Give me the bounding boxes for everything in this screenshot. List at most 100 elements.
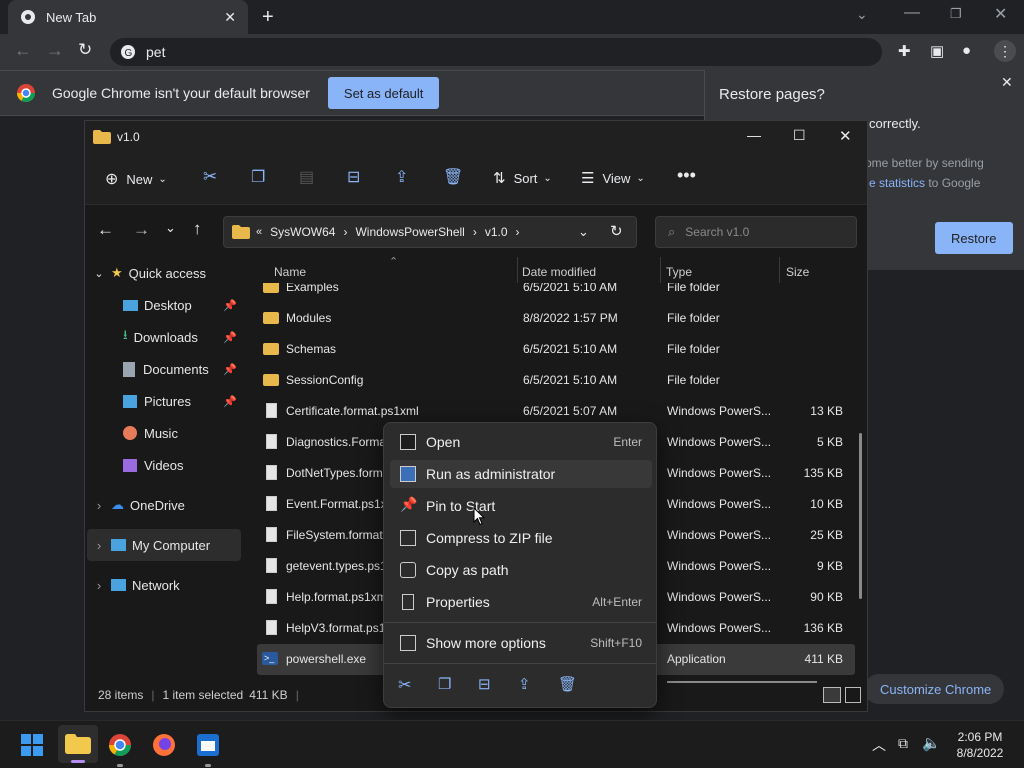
- breadcrumb-item[interactable]: SysWOW64: [270, 225, 335, 239]
- column-header-type[interactable]: Type: [666, 265, 692, 279]
- column-divider[interactable]: [779, 257, 780, 283]
- address-dropdown-icon[interactable]: ⌄: [578, 224, 589, 240]
- set-as-default-button[interactable]: Set as default: [327, 77, 440, 109]
- customize-chrome-button[interactable]: Customize Chrome: [864, 674, 1004, 704]
- volume-icon[interactable]: 🔈: [922, 734, 941, 752]
- nav-item-downloads[interactable]: ⭳ Downloads 📌: [87, 321, 241, 353]
- chevron-right-icon[interactable]: ›: [87, 578, 111, 593]
- column-header-size[interactable]: Size: [786, 265, 809, 279]
- recent-chevron-icon[interactable]: ⌄: [165, 220, 176, 236]
- column-divider[interactable]: [660, 257, 661, 283]
- back-icon[interactable]: ←: [14, 40, 32, 61]
- menu-separator: [384, 622, 656, 623]
- copy-icon[interactable]: ❐: [251, 167, 265, 187]
- close-tab-icon[interactable]: ✕: [224, 9, 236, 26]
- menu-item-open[interactable]: Open Enter: [390, 428, 652, 456]
- table-row[interactable]: SessionConfig 6/5/2021 5:10 AM File fold…: [257, 365, 855, 396]
- new-tab-button[interactable]: +: [262, 6, 274, 29]
- restore-window-button[interactable]: ❐: [950, 6, 962, 22]
- menu-item-compress-zip[interactable]: Compress to ZIP file: [390, 524, 652, 552]
- nav-item-videos[interactable]: Videos: [87, 449, 241, 481]
- breadcrumb-item[interactable]: v1.0: [485, 225, 508, 239]
- back-icon[interactable]: ←: [97, 220, 114, 240]
- new-button[interactable]: ⊕ New ⌄: [105, 169, 167, 189]
- up-icon[interactable]: ↑: [193, 219, 202, 239]
- usage-statistics-link[interactable]: e statistics: [869, 176, 925, 190]
- table-row[interactable]: Schemas 6/5/2021 5:10 AM File folder: [257, 334, 855, 365]
- clock[interactable]: 2:06 PM 8/8/2022: [950, 729, 1010, 761]
- taskbar-file-explorer[interactable]: [58, 725, 98, 763]
- nav-item-quick-access[interactable]: ⌄ ★ Quick access: [87, 257, 241, 289]
- delete-icon[interactable]: 🗑: [443, 167, 463, 187]
- tiles-view-icon[interactable]: [845, 687, 861, 703]
- search-box[interactable]: ⌕ Search v1.0: [655, 216, 857, 248]
- more-options-icon[interactable]: •••: [677, 165, 696, 186]
- nav-item-desktop[interactable]: Desktop 📌: [87, 289, 241, 321]
- nav-item-my-computer[interactable]: › My Computer: [87, 529, 241, 561]
- nav-item-documents[interactable]: Documents 📌: [87, 353, 241, 385]
- delete-icon[interactable]: 🗑: [558, 675, 577, 693]
- table-row[interactable]: Modules 8/8/2022 1:57 PM File folder: [257, 303, 855, 334]
- breadcrumb-item[interactable]: WindowsPowerShell: [355, 225, 464, 239]
- side-panel-icon[interactable]: ▣: [930, 42, 944, 60]
- nav-item-pictures[interactable]: Pictures 📌: [87, 385, 241, 417]
- network-icon[interactable]: ⧉: [898, 735, 908, 752]
- pin-icon[interactable]: 📌: [223, 363, 237, 376]
- menu-icon[interactable]: ⋮: [994, 40, 1016, 62]
- maximize-button[interactable]: ☐: [793, 127, 806, 144]
- details-view-icon[interactable]: [823, 687, 841, 703]
- chevron-up-icon[interactable]: ︿: [872, 735, 886, 755]
- reload-icon[interactable]: ↻: [78, 40, 92, 60]
- close-bubble-icon[interactable]: ✕: [1001, 74, 1013, 91]
- column-divider[interactable]: [517, 257, 518, 283]
- close-button[interactable]: ✕: [839, 127, 852, 145]
- cut-icon[interactable]: ✂: [203, 167, 217, 187]
- sort-button[interactable]: ⇅ Sort ⌄: [493, 169, 552, 187]
- paste-icon[interactable]: ▤: [299, 167, 314, 187]
- forward-icon[interactable]: →: [46, 40, 64, 61]
- column-header-name[interactable]: Name: [274, 265, 306, 279]
- restore-button[interactable]: Restore: [935, 222, 1013, 254]
- cut-icon[interactable]: ✂: [398, 675, 411, 695]
- menu-label: Open: [426, 434, 461, 450]
- view-button[interactable]: ☰ View ⌄: [581, 169, 645, 187]
- chevron-right-icon[interactable]: ›: [87, 538, 111, 553]
- profile-icon[interactable]: ●: [962, 42, 971, 59]
- close-window-button[interactable]: ✕: [994, 4, 1007, 24]
- overflow-icon[interactable]: «: [256, 226, 262, 238]
- menu-item-show-more-options[interactable]: Show more options Shift+F10: [390, 629, 652, 657]
- nav-item-music[interactable]: Music: [87, 417, 241, 449]
- pin-icon[interactable]: 📌: [223, 395, 237, 408]
- column-header-date[interactable]: Date modified: [522, 265, 596, 279]
- menu-item-copy-as-path[interactable]: Copy as path: [390, 556, 652, 584]
- omnibox[interactable]: G pet: [110, 38, 882, 66]
- extensions-icon[interactable]: ✚: [898, 42, 911, 60]
- minimize-button[interactable]: —: [747, 127, 761, 143]
- chevron-right-icon[interactable]: ›: [87, 498, 111, 513]
- menu-item-properties[interactable]: Properties Alt+Enter: [390, 588, 652, 616]
- address-box[interactable]: « SysWOW64 › WindowsPowerShell › v1.0 › …: [223, 216, 637, 248]
- rename-icon[interactable]: ⊟: [347, 167, 360, 187]
- nav-item-network[interactable]: › Network: [87, 569, 241, 601]
- forward-icon[interactable]: →: [133, 220, 150, 240]
- file-type: File folder: [667, 373, 720, 387]
- tab-search-icon[interactable]: ⌄: [856, 6, 868, 23]
- taskbar-app[interactable]: [192, 729, 224, 767]
- vertical-scrollbar[interactable]: [859, 433, 862, 599]
- start-button[interactable]: [16, 729, 48, 761]
- table-row[interactable]: Examples 6/5/2021 5:10 AM File folder: [257, 283, 855, 303]
- minimize-button[interactable]: —: [904, 4, 920, 22]
- tab-new-tab[interactable]: New Tab ✕: [8, 0, 248, 34]
- nav-item-onedrive[interactable]: › ☁ OneDrive: [87, 489, 241, 521]
- taskbar-firefox[interactable]: [148, 729, 180, 761]
- rename-icon[interactable]: ⊟: [478, 675, 491, 693]
- menu-item-run-as-admin[interactable]: Run as administrator: [390, 460, 652, 488]
- pin-icon[interactable]: 📌: [223, 299, 237, 312]
- share-icon[interactable]: ⇪: [518, 675, 531, 693]
- copy-icon[interactable]: ❐: [438, 675, 451, 693]
- menu-item-pin-to-start[interactable]: 📌 Pin to Start: [390, 492, 652, 520]
- refresh-icon[interactable]: ↻: [610, 222, 623, 240]
- pin-icon[interactable]: 📌: [223, 331, 237, 344]
- taskbar-chrome[interactable]: [104, 729, 136, 767]
- share-icon[interactable]: ⇪: [395, 167, 408, 187]
